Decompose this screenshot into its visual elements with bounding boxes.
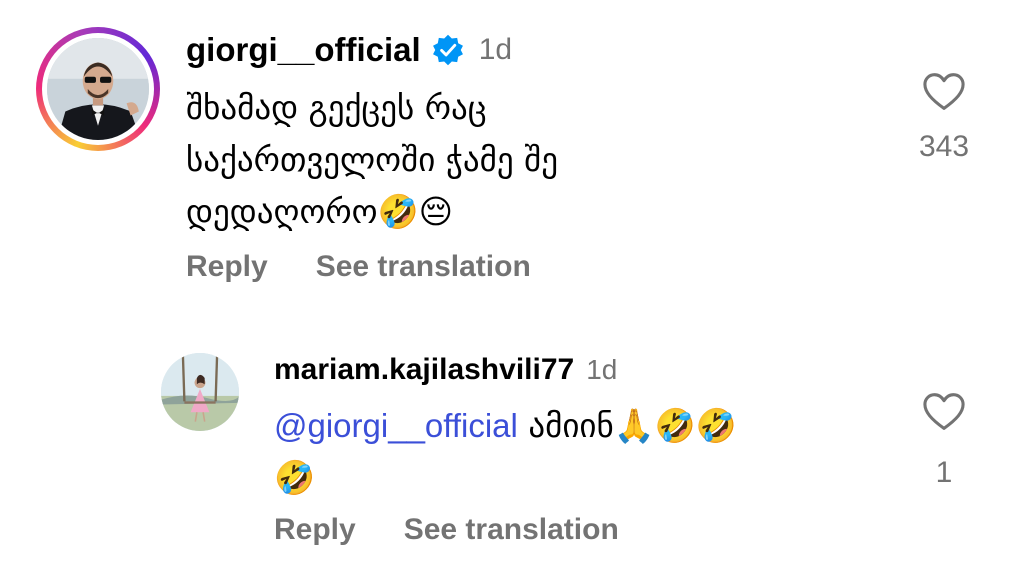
avatar-photo-icon	[47, 38, 149, 140]
reply-button[interactable]: Reply	[274, 513, 356, 547]
comment-line: 🤣	[274, 458, 316, 497]
comment: giorgi__official 1d შხამად გექცეს რაც სა…	[0, 0, 1024, 300]
heart-icon[interactable]	[922, 392, 966, 432]
avatar[interactable]	[161, 353, 239, 431]
comment-text-segment: ამიინ🙏🤣🤣	[517, 406, 738, 445]
mention-link[interactable]: @giorgi__official	[274, 407, 518, 444]
comment-header: giorgi__official 1d	[186, 28, 512, 72]
comment-line: შხამად გექცეს რაც	[186, 88, 487, 127]
comment-header: mariam.kajilashvili77 1d	[274, 350, 617, 390]
avatar[interactable]	[47, 38, 149, 140]
comment-text: @giorgi__official ამიინ🙏🤣🤣 🤣	[274, 400, 874, 504]
see-translation-button[interactable]: See translation	[404, 513, 619, 547]
comment-line: დედაღორო🤣😔	[186, 192, 454, 231]
reply-comment: mariam.kajilashvili77 1d @giorgi__offici…	[0, 336, 1024, 568]
heart-icon[interactable]	[922, 72, 966, 112]
like-count: 343	[918, 130, 970, 163]
reply-button[interactable]: Reply	[186, 250, 268, 284]
see-translation-button[interactable]: See translation	[316, 250, 531, 284]
username-link[interactable]: giorgi__official	[186, 31, 421, 69]
like-area: 1	[910, 392, 978, 490]
like-area: 343	[910, 72, 978, 164]
timestamp: 1d	[478, 33, 513, 66]
comment-actions: Reply See translation	[274, 513, 619, 547]
comment-text: შხამად გექცეს რაც საქართველოში ჭამე შე დ…	[186, 82, 746, 238]
comment-actions: Reply See translation	[186, 250, 531, 284]
like-count: 1	[935, 456, 953, 489]
username-link[interactable]: mariam.kajilashvili77	[274, 353, 574, 387]
timestamp: 1d	[586, 354, 618, 385]
comment-line: საქართველოში ჭამე შე	[186, 140, 559, 179]
verified-badge-icon	[432, 34, 463, 66]
comment-line: @giorgi__official ამიინ🙏🤣🤣	[274, 400, 874, 452]
avatar-photo-icon	[161, 353, 239, 431]
